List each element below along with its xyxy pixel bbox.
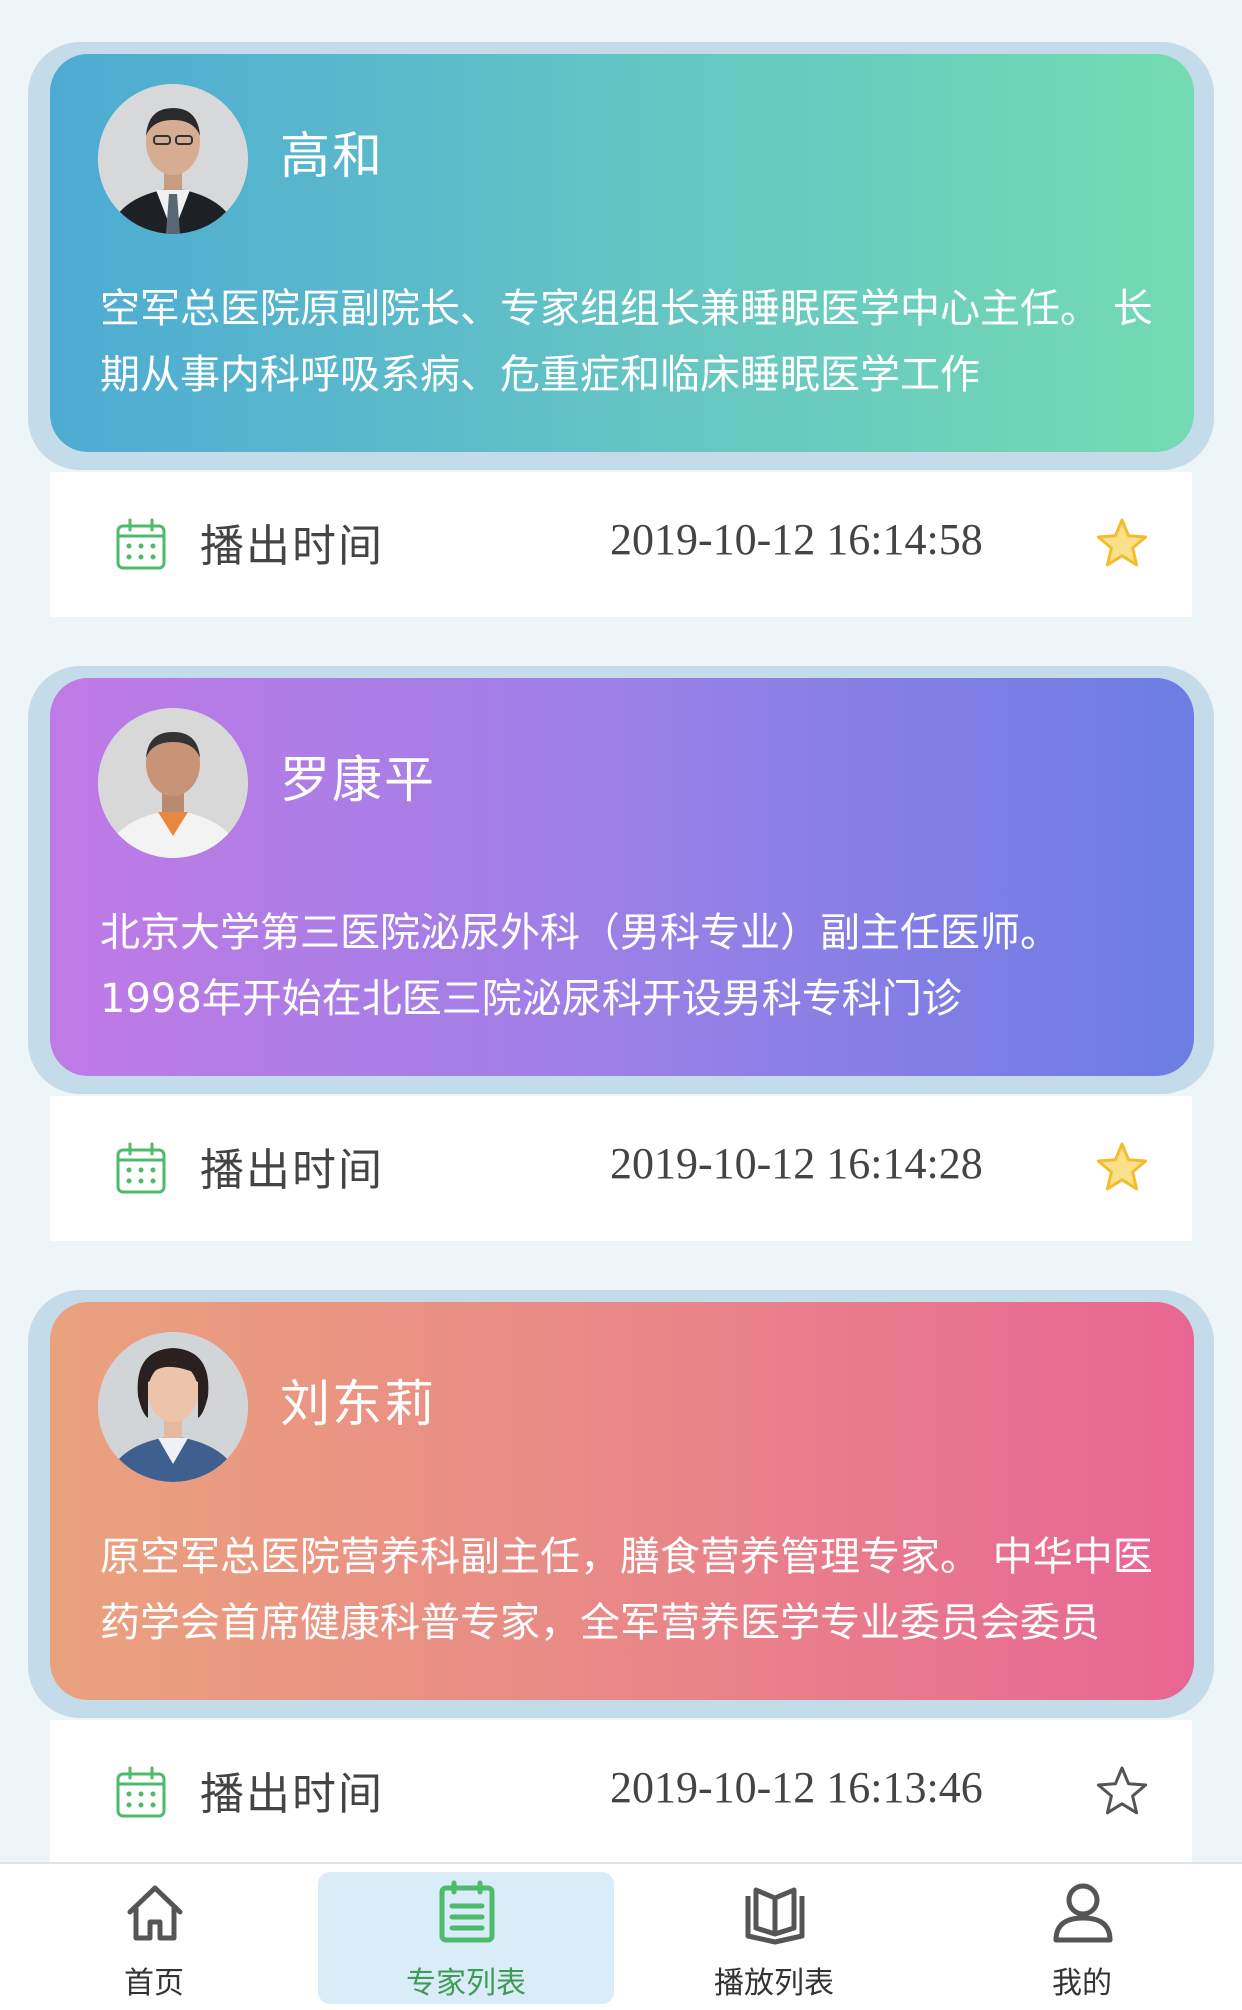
expert-description: 空军总医院原副院长、专家组组长兼睡眠医学中心主任。 长期从事内科呼吸系病、危重症…	[100, 286, 1153, 398]
expert-list-page: 高和 空军总医院原副院长、专家组组长兼睡眠医学中心主任。 长期从事内科呼吸系病、…	[0, 0, 1242, 2010]
avatar	[98, 708, 248, 858]
tab-label: 播放列表	[714, 1966, 834, 2001]
expert-card[interactable]: 罗康平 北京大学第三医院泌尿外科（男科专业）副主任医师。 1998年开始在北医三…	[28, 666, 1214, 1094]
air-time-label: 播出时间	[200, 521, 384, 572]
expert-card[interactable]: 高和 空军总医院原副院长、专家组组长兼睡眠医学中心主任。 长期从事内科呼吸系病、…	[28, 42, 1214, 470]
expert-description: 北京大学第三医院泌尿外科（男科专业）副主任医师。 1998年开始在北医三院泌尿科…	[100, 910, 1060, 1022]
expert-banner[interactable]: 罗康平 北京大学第三医院泌尿外科（男科专业）副主任医师。 1998年开始在北医三…	[50, 678, 1194, 1076]
expert-description: 原空军总医院营养科副主任，膳食营养管理专家。 中华中医药学会首席健康科普专家，全…	[100, 1534, 1153, 1646]
calendar-icon	[116, 518, 166, 570]
expert-name: 罗康平	[280, 751, 436, 809]
tab-home[interactable]: 首页	[6, 1872, 302, 2004]
expert-name: 高和	[280, 127, 384, 185]
avatar	[98, 1332, 248, 1482]
expert-card[interactable]: 刘东莉 原空军总医院营养科副主任，膳食营养管理专家。 中华中医药学会首席健康科普…	[28, 1290, 1214, 1718]
star-filled-icon[interactable]	[1094, 516, 1150, 572]
expert-name: 刘东莉	[280, 1375, 436, 1433]
tab-label: 我的	[1052, 1966, 1112, 2001]
air-time-row: 播出时间 2019-10-12 16:13:46	[50, 1720, 1192, 1865]
star-outline-icon[interactable]	[1094, 1764, 1150, 1820]
air-time-label: 播出时间	[200, 1145, 384, 1196]
bottom-tab-bar: 首页 专家列表 播放列表 我的	[0, 1862, 1242, 2010]
calendar-icon	[116, 1766, 166, 1818]
expert-banner[interactable]: 高和 空军总医院原副院长、专家组组长兼睡眠医学中心主任。 长期从事内科呼吸系病、…	[50, 54, 1194, 452]
avatar	[98, 84, 248, 234]
air-time-value: 2019-10-12 16:13:46	[610, 1763, 983, 1812]
list-icon	[439, 1880, 495, 1943]
calendar-icon	[116, 1142, 166, 1194]
user-icon	[1053, 1883, 1113, 1943]
home-icon	[127, 1885, 183, 1941]
expert-banner[interactable]: 刘东莉 原空军总医院营养科副主任，膳食营养管理专家。 中华中医药学会首席健康科普…	[50, 1302, 1194, 1700]
tab-label: 首页	[124, 1966, 184, 2001]
air-time-value: 2019-10-12 16:14:58	[610, 515, 983, 564]
air-time-row: 播出时间 2019-10-12 16:14:28	[50, 1096, 1192, 1241]
tab-playlist[interactable]: 播放列表	[626, 1872, 922, 2004]
air-time-row: 播出时间 2019-10-12 16:14:58	[50, 472, 1192, 617]
tab-label: 专家列表	[406, 1966, 526, 2001]
air-time-value: 2019-10-12 16:14:28	[610, 1139, 983, 1188]
book-icon	[745, 1887, 805, 1945]
star-filled-icon[interactable]	[1094, 1140, 1150, 1196]
tab-mine[interactable]: 我的	[934, 1872, 1230, 2004]
air-time-label: 播出时间	[200, 1769, 384, 1820]
tab-experts[interactable]: 专家列表	[318, 1872, 614, 2004]
